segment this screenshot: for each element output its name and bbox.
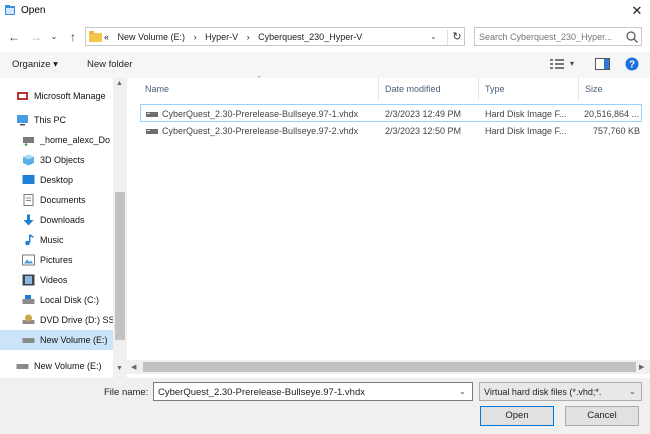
file-name-combobox[interactable]: CyberQuest_2.30-Prerelease-Bullseye.97-1… (153, 382, 473, 401)
breadcrumb-new-volume[interactable]: New Volume (E:) (118, 32, 186, 42)
up-arrow-icon[interactable]: ↑ (65, 29, 81, 45)
open-dialog-icon (5, 5, 15, 15)
cancel-button[interactable]: Cancel (565, 406, 639, 426)
sidebar-item-documents[interactable]: Documents (0, 190, 120, 210)
view-dropdown-chevron-icon[interactable]: ▾ (570, 59, 574, 68)
desktop-icon (22, 175, 35, 184)
scroll-left-arrow-icon[interactable]: ◀ (131, 363, 136, 371)
sidebar-item-desktop[interactable]: Desktop (0, 170, 120, 190)
file-name: CyberQuest_2.30-Prerelease-Bullseye.97-1… (162, 109, 359, 119)
disk-icon (22, 295, 35, 304)
column-divider[interactable] (478, 78, 479, 100)
network-drive-icon (23, 137, 34, 146)
file-date-modified: 2/3/2023 12:50 PM (385, 126, 462, 136)
sidebar-item-new-volume-e-root[interactable]: New Volume (E:) (0, 356, 120, 376)
preview-pane-icon[interactable] (595, 58, 610, 70)
sidebar-item-this-pc[interactable]: This PC (0, 110, 120, 130)
breadcrumb-overflow[interactable]: « (104, 32, 109, 42)
recent-locations-chevron-icon[interactable]: ⌄ (46, 29, 62, 45)
navigation-pane: Microsoft Manage This PC _home_alexc_Do … (0, 78, 127, 378)
file-type-select[interactable]: Virtual hard disk files (*.vhd;*. ⌄ (479, 382, 642, 401)
file-date-modified: 2/3/2023 12:49 PM (385, 109, 462, 119)
breadcrumb-separator: › (193, 32, 197, 42)
network-app-icon (17, 92, 28, 100)
search-input[interactable] (479, 30, 619, 43)
column-header-size[interactable]: Size (585, 84, 603, 94)
breadcrumb: « New Volume (E:) › Hyper-V › Cyberquest… (104, 32, 368, 42)
sidebar-item-local-disk-c[interactable]: Local Disk (C:) (0, 290, 120, 310)
music-note-icon (25, 234, 34, 246)
vhdx-file-icon (146, 129, 158, 134)
sidebar-item-dvd-drive-d[interactable]: DVD Drive (D:) SS (0, 310, 120, 330)
address-dropdown-chevron-icon[interactable]: ⌄ (430, 32, 437, 41)
sidebar-item-pictures[interactable]: Pictures (0, 250, 120, 270)
file-type: Hard Disk Image F... (485, 109, 567, 119)
column-header-name[interactable]: Name (145, 84, 169, 94)
sidebar-item-downloads[interactable]: Downloads (0, 210, 120, 230)
film-icon (22, 274, 35, 286)
view-options-icon[interactable] (550, 58, 564, 70)
sidebar-item-music[interactable]: Music (0, 230, 120, 250)
search-box[interactable] (474, 27, 642, 46)
organize-menu-button[interactable]: Organize ▾ (12, 59, 58, 70)
file-list-scroll-thumb[interactable] (143, 362, 636, 372)
cube-icon (23, 154, 34, 166)
back-arrow-icon[interactable]: ← (6, 29, 22, 45)
open-button[interactable]: Open (480, 406, 554, 426)
column-divider[interactable] (578, 78, 579, 100)
pictures-icon (22, 254, 35, 266)
file-type-dropdown-chevron-icon[interactable]: ⌄ (629, 387, 636, 396)
file-name: CyberQuest_2.30-Prerelease-Bullseye.97-2… (162, 126, 359, 136)
drive-icon (16, 364, 29, 369)
sidebar-item-new-volume-e[interactable]: New Volume (E:) (0, 330, 120, 350)
file-type: Hard Disk Image F... (485, 126, 567, 136)
file-type-value: Virtual hard disk files (*.vhd;*. (484, 387, 602, 397)
documents-icon (23, 194, 34, 206)
file-name-input[interactable]: CyberQuest_2.30-Prerelease-Bullseye.97-1… (158, 387, 365, 398)
window-title: Open (21, 5, 46, 16)
sidebar-item-videos[interactable]: Videos (0, 270, 120, 290)
breadcrumb-cyberquest-folder[interactable]: Cyberquest_230_Hyper-V (258, 32, 362, 42)
close-button[interactable]: ✕ (628, 2, 646, 20)
download-arrow-icon (23, 214, 34, 226)
breadcrumb-hyper-v[interactable]: Hyper-V (205, 32, 238, 42)
file-name-dropdown-chevron-icon[interactable]: ⌄ (459, 387, 466, 396)
refresh-icon[interactable]: ↻ (447, 29, 466, 45)
file-name-label: File name: (104, 387, 149, 398)
sort-ascending-icon: ⌃ (256, 76, 262, 83)
search-icon[interactable] (625, 30, 639, 44)
scroll-down-arrow-icon[interactable]: ▼ (116, 365, 123, 372)
scroll-up-arrow-icon[interactable]: ▲ (116, 80, 123, 87)
drive-icon (22, 338, 35, 343)
column-divider[interactable] (378, 78, 379, 100)
navigation-pane-scroll-thumb[interactable] (115, 192, 125, 340)
title-bar: Open ✕ (0, 0, 650, 22)
vhdx-file-icon (146, 112, 158, 117)
forward-arrow-icon[interactable]: → (28, 29, 44, 45)
sidebar-item-3d-objects[interactable]: 3D Objects (0, 150, 120, 170)
sidebar-item-microsoft-manage[interactable]: Microsoft Manage (0, 86, 120, 106)
help-icon[interactable]: ? (625, 57, 639, 71)
scroll-right-arrow-icon[interactable]: ▶ (639, 363, 644, 371)
column-header-type[interactable]: Type (485, 84, 505, 94)
breadcrumb-separator: › (246, 32, 250, 42)
sidebar-item-home-alexc[interactable]: _home_alexc_Do (0, 130, 120, 150)
computer-icon (17, 115, 28, 126)
svg-text:?: ? (629, 60, 635, 71)
file-size: 757,760 KB (593, 126, 641, 136)
folder-icon (89, 31, 102, 42)
dvd-drive-icon (22, 314, 35, 324)
file-row[interactable]: CyberQuest_2.30-Prerelease-Bullseye.97-1… (140, 104, 642, 122)
address-bar[interactable]: « New Volume (E:) › Hyper-V › Cyberquest… (85, 27, 465, 46)
file-row[interactable]: CyberQuest_2.30-Prerelease-Bullseye.97-2… (140, 122, 642, 140)
file-size: 20,516,864 ... (584, 109, 640, 119)
new-folder-button[interactable]: New folder (87, 59, 132, 70)
column-header-date-modified[interactable]: Date modified (385, 84, 441, 94)
